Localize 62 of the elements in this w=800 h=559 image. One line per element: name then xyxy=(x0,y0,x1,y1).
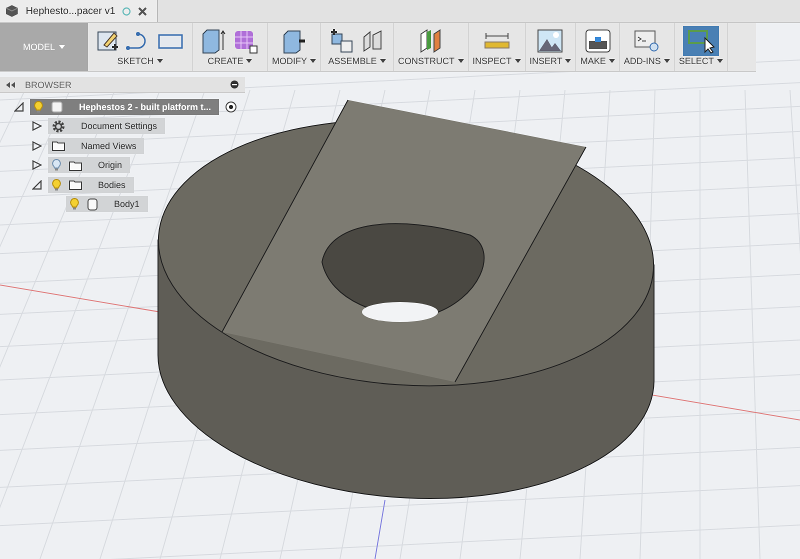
toolbar-menu[interactable]: INSERT xyxy=(530,56,572,66)
collapse-panel-icon[interactable] xyxy=(6,82,15,88)
collapsed-arrow-icon[interactable] xyxy=(32,121,42,132)
collapsed-arrow-icon[interactable] xyxy=(32,140,42,151)
tree-item-label: Document Settings xyxy=(80,121,158,132)
toolbar-menu[interactable]: CONSTRUCT xyxy=(398,56,464,66)
caret-icon xyxy=(514,59,521,63)
gear-icon xyxy=(52,120,65,133)
caret-icon xyxy=(608,59,615,63)
toolbar-menu[interactable]: ASSEMBLE xyxy=(328,56,386,66)
folder-icon xyxy=(69,179,82,190)
caret-icon xyxy=(458,59,464,63)
lightbulb-icon[interactable] xyxy=(52,159,61,172)
y-axis-line xyxy=(374,500,386,559)
toolbar-menu[interactable]: SELECT xyxy=(678,56,723,66)
blocks-icon[interactable] xyxy=(329,28,355,54)
caret-icon xyxy=(59,45,65,49)
toolbar-menu[interactable]: CREATE xyxy=(208,56,252,66)
lightbulb-icon[interactable] xyxy=(34,100,43,113)
toolbar-menu[interactable]: ADD-INS xyxy=(624,56,670,66)
document-tab[interactable]: Hephesto...pacer v1 xyxy=(0,0,158,22)
caret-icon xyxy=(380,59,386,63)
box-icon[interactable] xyxy=(201,28,227,54)
tree-item[interactable]: Body1 xyxy=(66,196,148,212)
tree-item[interactable]: Document Settings xyxy=(48,118,166,134)
toolbar-menu[interactable]: MAKE xyxy=(580,56,615,66)
cube-icon xyxy=(5,4,19,18)
folder-icon xyxy=(69,160,82,171)
tree-item-label: Hephestos 2 - built platform t... xyxy=(78,102,212,112)
caret-icon xyxy=(246,59,252,63)
radio-target-icon[interactable] xyxy=(225,100,238,113)
caret-icon xyxy=(156,59,163,63)
tree-item[interactable]: Named Views xyxy=(48,138,144,154)
tree-item-label: Origin xyxy=(97,160,122,170)
tree-item[interactable]: Origin xyxy=(48,157,130,174)
status-circle-icon xyxy=(122,6,132,16)
expanded-arrow-icon[interactable] xyxy=(32,180,42,190)
close-icon[interactable] xyxy=(138,6,147,16)
component-icon xyxy=(51,100,63,113)
expanded-arrow-icon[interactable] xyxy=(14,102,24,112)
tree-item-label: Named Views xyxy=(80,140,136,151)
toolbar-menu[interactable]: MODIFY xyxy=(272,56,316,66)
caret-icon xyxy=(716,59,723,63)
ruler-icon[interactable] xyxy=(484,31,510,51)
document-title: Hephesto...pacer v1 xyxy=(26,6,116,16)
tree-item[interactable]: Hephestos 2 - built platform t... xyxy=(30,98,220,115)
toolbar-menu[interactable]: INSPECT xyxy=(472,56,521,66)
tree-item[interactable]: Bodies xyxy=(48,176,134,193)
caret-icon xyxy=(310,59,316,63)
minus-circle-icon[interactable] xyxy=(230,80,239,89)
grid-cube-icon[interactable] xyxy=(233,28,259,54)
tree-item-label: Body1 xyxy=(113,199,140,210)
sketch-icon[interactable] xyxy=(96,29,120,53)
toolbar-menu[interactable]: SKETCH xyxy=(117,56,163,66)
folder-icon xyxy=(52,140,65,152)
body-icon xyxy=(87,198,98,211)
caret-icon xyxy=(664,59,670,63)
rectangle-icon[interactable] xyxy=(158,32,184,50)
browser-title: BROWSER xyxy=(25,80,73,90)
tree-item-label: Bodies xyxy=(97,180,126,190)
caret-icon xyxy=(565,59,572,63)
collapsed-arrow-icon[interactable] xyxy=(32,160,42,170)
